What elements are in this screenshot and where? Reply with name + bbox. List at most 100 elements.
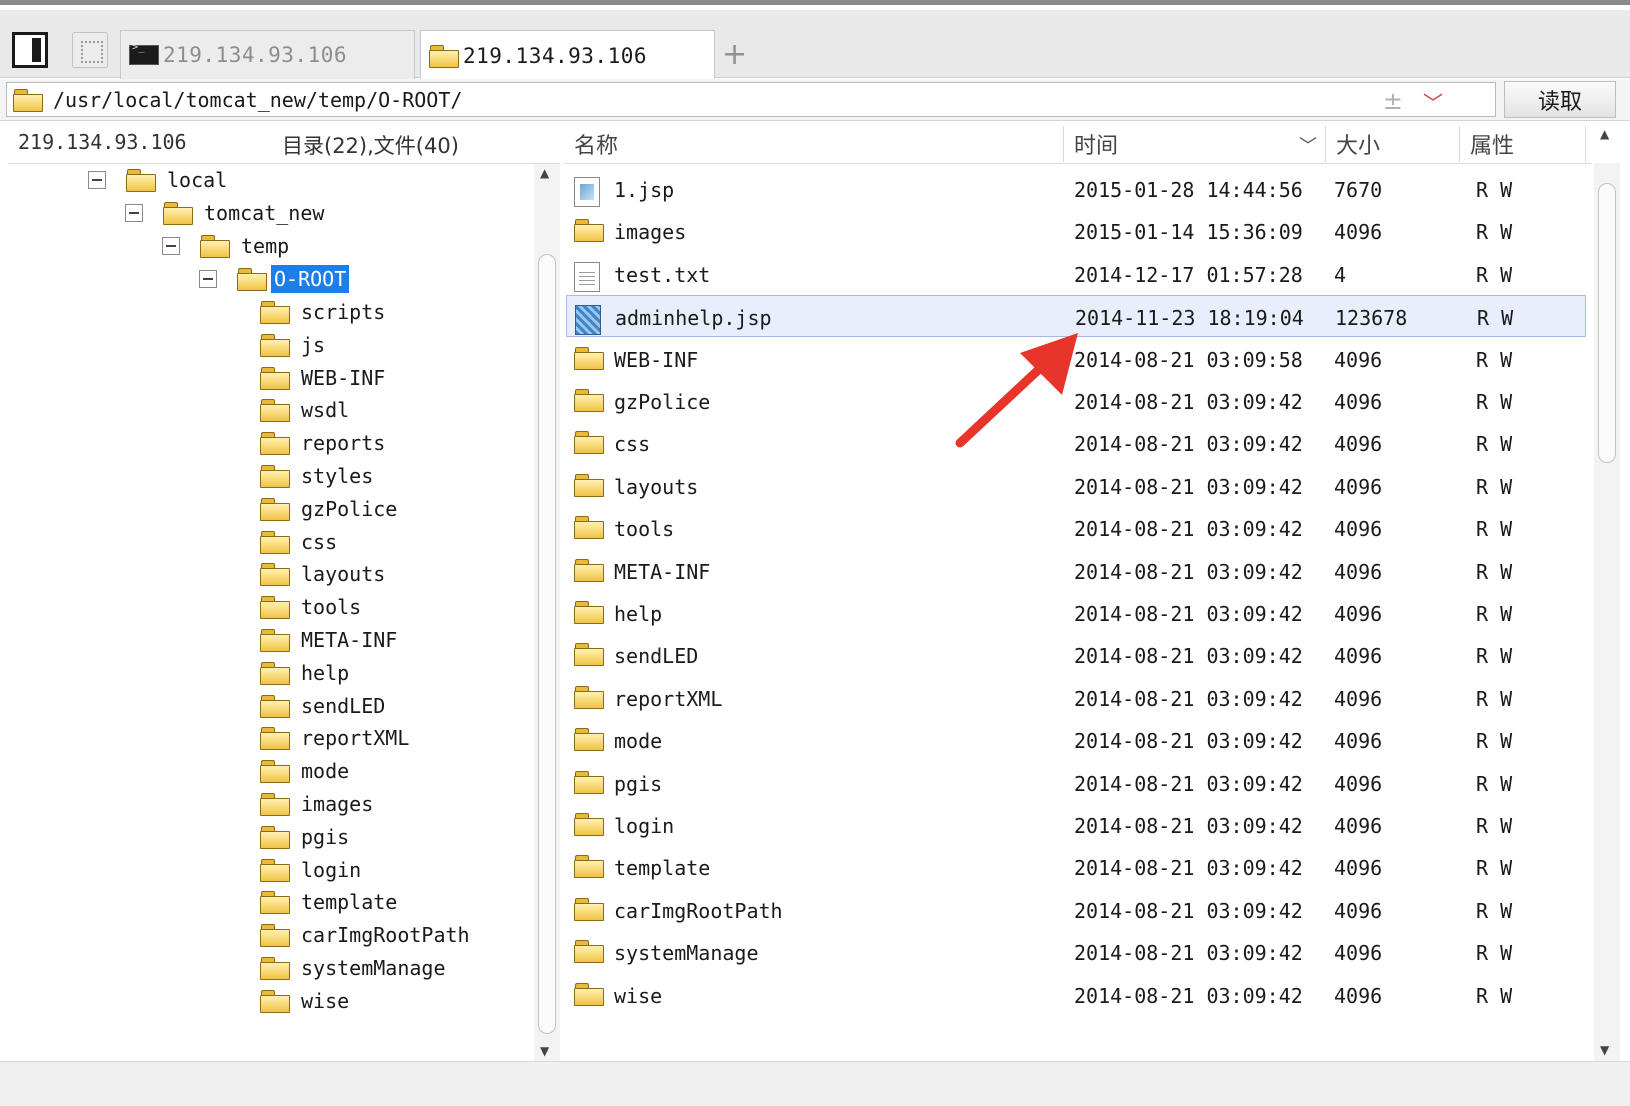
tree-node[interactable]: help [260,657,352,689]
tree-node[interactable]: wise [260,985,352,1017]
tree-node[interactable]: css [260,526,340,558]
read-button[interactable]: 读取 [1504,81,1616,118]
tree-scroll-thumb[interactable] [538,254,556,1034]
folder-icon [126,169,156,192]
file-row[interactable]: images 2015-01-14 15:36:09 4096 R W [566,210,1586,252]
scroll-up-icon[interactable]: ▲ [540,166,549,180]
tree-node[interactable]: tools [260,591,364,623]
folder-icon [574,601,604,624]
file-size: 4096 [1334,644,1383,669]
file-time: 2014-08-21 03:09:42 [1074,517,1303,542]
scroll-up-icon[interactable]: ▲ [1600,127,1609,141]
fullscreen-button[interactable] [72,32,108,68]
tree-node-o-root[interactable]: O-ROOT [199,263,350,295]
tree-node[interactable]: scripts [260,296,388,328]
tree-node[interactable]: styles [260,460,376,492]
file-time: 2014-08-21 03:09:42 [1074,559,1303,584]
file-icon-cell [574,855,604,882]
file-row[interactable]: help 2014-08-21 03:09:42 4096 R W [566,592,1586,634]
tree-node[interactable]: WEB-INF [260,362,388,394]
add-tab-button[interactable]: + [722,40,747,70]
file-icon-cell [574,982,604,1010]
tree-node[interactable]: gzPolice [260,493,400,525]
file-time: 2014-11-23 18:19:04 [1075,306,1304,331]
toggle-panel-button[interactable] [12,32,48,68]
file-row[interactable]: wise 2014-08-21 03:09:42 4096 R W [566,974,1586,1016]
file-row[interactable]: META-INF 2014-08-21 03:09:42 4096 R W [566,550,1586,592]
tree-scrollbar[interactable]: ▲ ▼ [534,164,560,1061]
tree-node[interactable]: sendLED [260,690,388,722]
file-name: pgis [614,771,663,796]
file-row[interactable]: tools 2014-08-21 03:09:42 4096 R W [566,507,1586,549]
collapse-icon[interactable] [88,171,106,189]
file-row[interactable]: 1.jsp 2015-01-28 14:44:56 7670 R W [566,168,1586,210]
file-row[interactable]: gzPolice 2014-08-21 03:09:42 4096 R W [566,380,1586,422]
tree-node[interactable]: template [260,886,400,918]
tree-node[interactable]: reports [260,427,388,459]
file-row[interactable]: sendLED 2014-08-21 03:09:42 4096 R W [566,634,1586,676]
column-header-name[interactable]: 名称 [566,126,1064,162]
file-time: 2014-08-21 03:09:42 [1074,856,1303,881]
file-row[interactable]: reportXML 2014-08-21 03:09:42 4096 R W [566,677,1586,719]
tree-node-label: mode [301,759,350,784]
tab-file-browser[interactable]: 219.134.93.106 [420,30,715,80]
file-icon-cell [574,261,600,297]
file-row[interactable]: adminhelp.jsp 2014-11-23 18:19:04 123678 R … [566,295,1586,340]
folder-icon [574,431,604,455]
tree-node[interactable]: pgis [260,821,352,853]
file-row[interactable]: template 2014-08-21 03:09:42 4096 R W [566,846,1586,888]
tab-terminal[interactable]: 219.134.93.106 [120,30,415,79]
collapse-icon[interactable] [125,204,143,222]
chevron-down-icon[interactable]: ﹀ [1423,87,1443,116]
tree-node-tomcat-new[interactable]: tomcat_new [125,197,327,229]
tree-node[interactable]: carImgRootPath [260,919,473,951]
tree-node[interactable]: images [260,788,376,820]
folder-icon [574,389,604,412]
file-row[interactable]: mode 2014-08-21 03:09:42 4096 R W [566,719,1586,761]
file-row[interactable]: WEB-INF 2014-08-21 03:09:58 4096 R W [566,338,1586,380]
folder-icon [574,897,604,921]
tree-node[interactable]: js [260,329,328,361]
tree-node-temp[interactable]: temp [162,230,292,262]
column-size-label: 大小 [1336,134,1381,159]
file-name: mode [614,729,663,754]
file-row[interactable]: systemManage 2014-08-21 03:09:42 4096 R W [566,931,1586,973]
file-icon-cell [575,305,601,340]
file-row[interactable]: pgis 2014-08-21 03:09:42 4096 R W [566,762,1586,804]
tree-node[interactable]: mode [260,755,352,787]
folder-icon [260,629,290,652]
column-header-time[interactable]: 时间 ﹀ [1066,126,1326,162]
file-list-scroll-thumb[interactable] [1598,183,1616,463]
file-time: 2014-08-21 03:09:42 [1074,432,1303,457]
file-row[interactable]: login 2014-08-21 03:09:42 4096 R W [566,804,1586,846]
scroll-down-icon[interactable]: ▼ [1600,1043,1609,1057]
file-name: 1.jsp [614,178,675,202]
scroll-down-icon[interactable]: ▼ [540,1044,549,1058]
folder-icon [260,694,290,718]
file-row[interactable]: layouts 2014-08-21 03:09:42 4096 R W [566,465,1586,507]
file-row[interactable]: carImgRootPath 2014-08-21 03:09:42 4096 R W [566,889,1586,931]
tree-node[interactable]: wsdl [260,394,352,426]
file-row[interactable]: test.txt 2014-12-17 01:57:28 4 R W [566,253,1586,295]
file-name: adminhelp.jsp [615,306,772,331]
collapse-icon[interactable] [162,237,180,255]
tree-node[interactable]: META-INF [260,624,400,656]
tree-node[interactable]: layouts [260,558,388,590]
file-list-scrollbar[interactable]: ▲ ▼ [1594,127,1620,1061]
tree-node-local[interactable]: local [88,164,230,196]
file-row[interactable]: css 2014-08-21 03:09:42 4096 R W [566,422,1586,464]
collapse-icon[interactable] [199,270,217,288]
tree-host-label: 219.134.93.106 [18,130,187,154]
path-plus-icon[interactable]: ± [1383,87,1403,115]
path-input[interactable] [53,87,1353,112]
file-size: 7670 [1334,178,1383,202]
tree-node[interactable]: reportXML [260,722,412,754]
folder-icon [260,465,290,488]
tree-node-label: sendLED [301,693,386,718]
column-header-attr[interactable]: 属性 [1462,126,1586,162]
folder-icon [260,366,290,390]
tree-node[interactable]: systemManage [260,952,449,984]
column-header-size[interactable]: 大小 [1328,126,1460,162]
file-icon-cell [574,219,604,246]
tree-node[interactable]: login [260,854,364,886]
